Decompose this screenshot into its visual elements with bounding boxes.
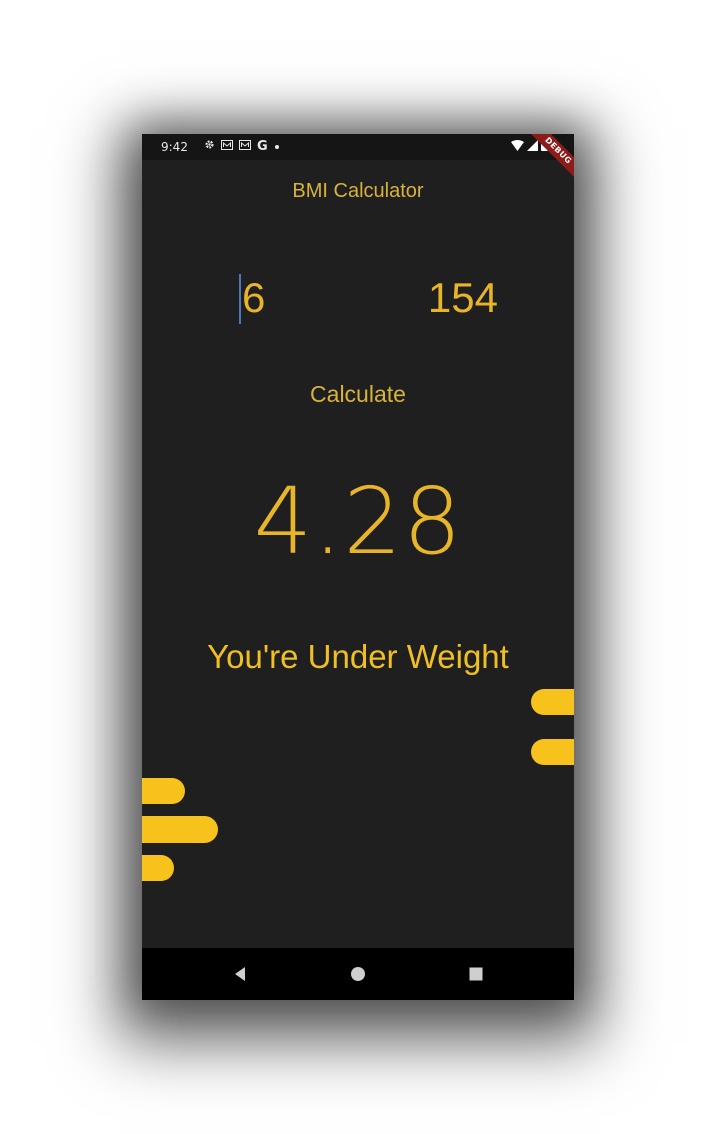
wifi-icon (511, 139, 524, 154)
status-bar: 9:42 G DEBUG (142, 134, 574, 185)
weight-input[interactable] (372, 270, 498, 326)
signal-icon (527, 139, 538, 154)
text-cursor (239, 274, 241, 324)
home-icon[interactable] (346, 962, 370, 986)
google-icon: G (257, 138, 268, 154)
decorative-pill-left-top (142, 778, 185, 804)
decorative-pill-right-top (531, 689, 574, 715)
height-input[interactable] (242, 270, 362, 326)
decorative-pill-left-middle (142, 816, 218, 843)
decorative-pill-left-bottom (142, 855, 174, 881)
notification-icon (239, 139, 251, 154)
back-icon[interactable] (228, 962, 252, 986)
status-time: 9:42 (161, 140, 188, 154)
phone-screen: 9:42 G DEBUG BMI Calculator 6 154 Calcul… (142, 134, 574, 1000)
calculate-button[interactable]: Calculate (288, 374, 428, 414)
input-row (142, 270, 574, 330)
app-title: BMI Calculator (292, 180, 424, 202)
system-nav-bar (142, 948, 574, 1000)
settings-icon (204, 139, 215, 154)
bmi-result-value: 4.28 (253, 468, 463, 575)
decorative-pill-right-bottom (531, 739, 574, 765)
bmi-result-message: You're Under Weight (207, 638, 509, 675)
dot-icon (274, 140, 280, 154)
status-icons-left: G (204, 139, 280, 154)
recents-icon[interactable] (464, 962, 488, 986)
notification-icon (221, 139, 233, 154)
